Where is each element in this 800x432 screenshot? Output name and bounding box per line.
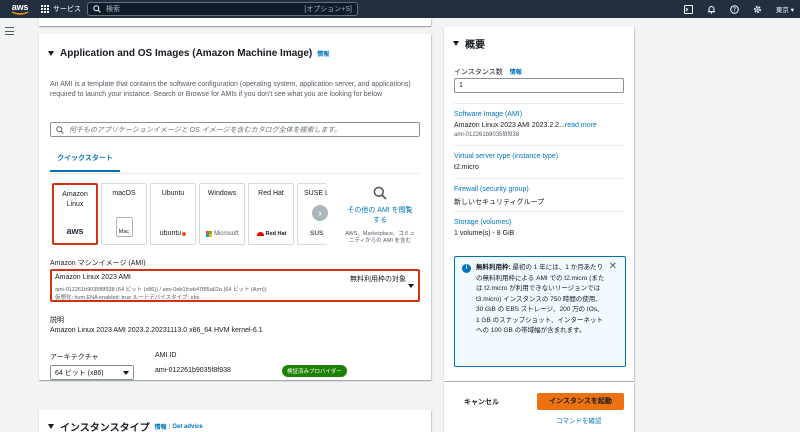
software-image-value: Amazon Linux 2023 AMI 2023.2.2...read mo… xyxy=(454,122,597,129)
instance-count-label: インスタンス数 情報 xyxy=(454,69,522,76)
info-link[interactable]: 情報 xyxy=(510,70,522,76)
architecture-select[interactable]: 64 ビット (x86) xyxy=(50,365,134,380)
help-icon[interactable]: ? xyxy=(730,4,740,14)
free-tier-alert: i 無料利用枠: 最初の 1 年には、1 か月あたりの無料利用枠による AMI … xyxy=(454,256,626,367)
os-option-macos[interactable]: macOS Mac xyxy=(101,183,147,245)
ami-id-label: AMI ID xyxy=(155,352,177,359)
section-description: An AMI is a template that contains the s… xyxy=(50,81,411,98)
smile-icon xyxy=(11,10,29,15)
info-link[interactable]: 情報 xyxy=(317,49,329,58)
os-option-red-hat[interactable]: Red Hat Red Hat xyxy=(248,183,294,245)
suse-logo-icon: SUS xyxy=(310,230,324,237)
description-label: 説明 xyxy=(50,317,64,324)
firewall-value: 新しいセキュリティグループ xyxy=(454,199,545,206)
close-icon[interactable]: ✕ xyxy=(609,261,617,272)
instance-count-input[interactable]: 1 xyxy=(454,78,624,93)
tab-quick-start[interactable]: クイックスタート xyxy=(50,152,120,172)
microsoft-logo-icon: Microsoft xyxy=(200,230,244,237)
os-option-ubuntu[interactable]: Ubuntu ubuntu xyxy=(150,183,196,245)
info-link[interactable]: 情報 xyxy=(155,422,167,431)
search-icon xyxy=(373,186,387,200)
summary-header[interactable]: 概要 xyxy=(453,36,485,51)
chevron-right-icon[interactable]: › xyxy=(312,205,328,221)
top-nav: aws サービス 検索 [オプション+S] ? 東京 ▾ xyxy=(0,0,800,18)
read-more-link[interactable]: read more xyxy=(565,122,597,129)
review-commands-link[interactable]: コマンドを確認 xyxy=(556,415,602,425)
tab-divider xyxy=(50,173,420,174)
cloudshell-icon[interactable] xyxy=(684,4,694,14)
get-advice-link[interactable]: Get advice xyxy=(172,424,202,430)
storage-value: 1 volume(s) - 8 GiB xyxy=(454,230,515,237)
search-icon xyxy=(56,125,64,134)
caret-down-icon xyxy=(48,424,54,429)
ami-select[interactable]: Amazon Linux 2023 AMI 無料利用枠の対象 ami-01226… xyxy=(50,269,420,302)
verified-provider-badge: 検証済みプロバイダー xyxy=(282,365,347,377)
caret-down-icon xyxy=(123,370,129,375)
hamburger-menu-icon[interactable] xyxy=(5,27,14,35)
global-search-input[interactable]: 検索 [オプション+S] xyxy=(87,2,358,16)
caret-down-icon xyxy=(453,41,459,46)
aws-logo[interactable]: aws xyxy=(5,0,35,18)
cancel-button[interactable]: キャンセル xyxy=(464,397,499,407)
gear-icon[interactable] xyxy=(753,4,763,14)
os-option-windows[interactable]: Windows Microsoft xyxy=(199,183,245,245)
software-image-id: ami-012261b9035f8f938 xyxy=(454,132,520,138)
info-icon: i xyxy=(462,264,471,273)
ami-label: Amazon マシンイメージ (AMI) xyxy=(50,260,146,267)
software-image-link[interactable]: Software Image (AMI) xyxy=(454,111,522,118)
storage-link[interactable]: Storage (volumes) xyxy=(454,219,511,226)
aws-logo-icon: aws xyxy=(66,226,84,236)
firewall-link[interactable]: Firewall (security group) xyxy=(454,186,529,193)
redhat-logo-icon: Red Hat xyxy=(249,231,293,237)
svg-text:?: ? xyxy=(733,6,736,13)
ami-section-panel: Application and OS Images (Amazon Machin… xyxy=(39,34,431,380)
section-header[interactable]: Application and OS Images (Amazon Machin… xyxy=(48,48,329,59)
mac-logo-icon: Mac xyxy=(102,217,146,237)
ami-id-value: ami-012261b9035f8f938 xyxy=(155,367,231,374)
instance-type-link[interactable]: Virtual server type (instance type) xyxy=(454,153,558,160)
architecture-label: アーキテクチャ xyxy=(50,354,99,361)
grid-icon xyxy=(41,5,49,13)
summary-panel: 概要 インスタンス数 情報 1 Software Image (AMI) Ama… xyxy=(444,27,634,381)
ubuntu-logo-icon: ubuntu xyxy=(151,230,195,237)
caret-down-icon xyxy=(48,51,54,56)
actions-panel: キャンセル インスタンスを起動 コマンドを確認 xyxy=(444,382,634,432)
browse-more-amis[interactable]: その他の AMI を閲覧する AWS、Marketplace、コミュニティからの… xyxy=(344,186,416,245)
region-selector[interactable]: 東京 ▾ xyxy=(776,4,794,14)
search-icon xyxy=(93,5,101,13)
bell-icon[interactable] xyxy=(707,4,717,14)
description-value: Amazon Linux 2023 AMI 2023.2.20231113.0 … xyxy=(50,327,263,334)
instance-type-header[interactable]: インスタンスタイプ 情報 | Get advice xyxy=(48,419,203,432)
previous-section-panel xyxy=(39,18,431,26)
ami-search-input[interactable]: 何千ものアプリケーションイメージと OS イメージを含むカタログ全体を検索します… xyxy=(50,122,420,137)
launch-instance-button[interactable]: インスタンスを起動 xyxy=(537,393,624,410)
caret-down-icon xyxy=(408,284,414,288)
os-option-amazon-linux[interactable]: Amazon Linux aws xyxy=(52,183,98,245)
instance-type-value: t2.micro xyxy=(454,164,479,171)
instance-type-panel: インスタンスタイプ 情報 | Get advice xyxy=(39,410,431,432)
services-menu[interactable]: サービス xyxy=(41,4,81,14)
browse-more-amis-link[interactable]: その他の AMI を閲覧する xyxy=(344,206,416,226)
